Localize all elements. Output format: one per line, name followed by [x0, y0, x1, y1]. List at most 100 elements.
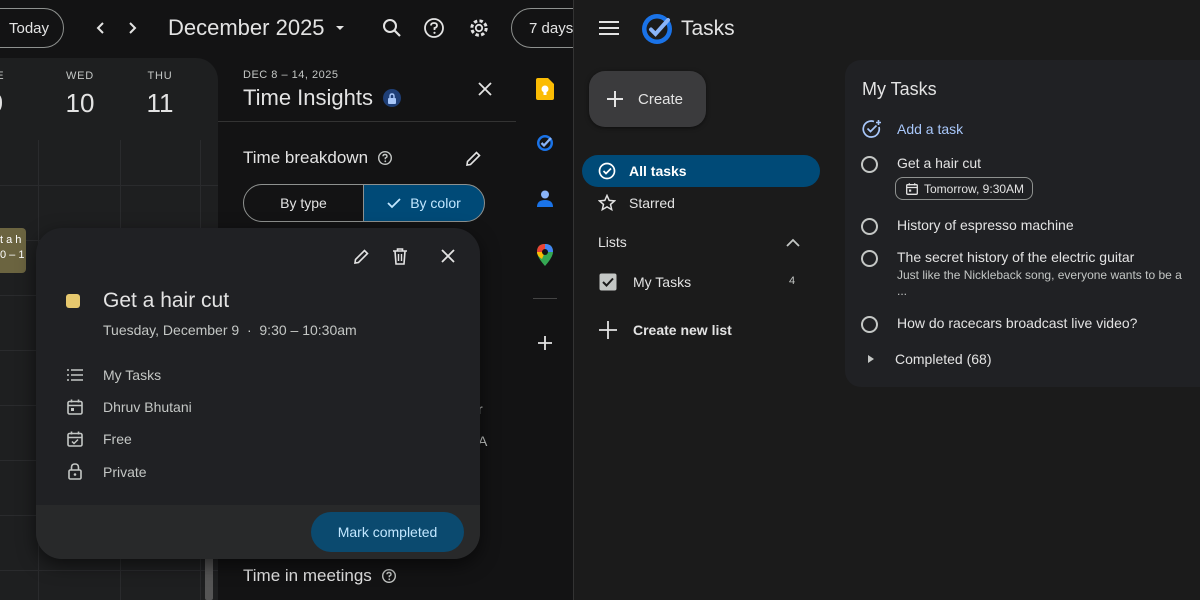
calendar-icon — [67, 399, 83, 415]
mark-completed-button[interactable]: Mark completed — [311, 512, 464, 552]
gear-icon — [470, 19, 488, 37]
check-icon — [387, 198, 401, 209]
lock-icon — [388, 92, 397, 104]
time-in-meetings-header: Time in meetings — [243, 566, 397, 586]
add-addon-button[interactable] — [532, 330, 558, 356]
calendar-icon — [906, 182, 918, 195]
task-item[interactable]: How do racecars broadcast live video? — [861, 315, 1137, 333]
month-title: December 2025 — [168, 15, 325, 40]
close-icon — [478, 82, 492, 96]
insights-date-range: DEC 8 – 14, 2025 — [243, 69, 339, 81]
complete-task-checkbox[interactable] — [861, 156, 878, 173]
due-date-chip[interactable]: Tomorrow, 9:30AM — [895, 177, 1034, 200]
insights-title: Time Insights — [243, 85, 374, 110]
event-detail-popup: Get a hair cut Tuesday, December 9 · 9:3… — [36, 228, 480, 559]
tasks-icon — [537, 135, 553, 151]
tasks-logo-icon — [642, 14, 672, 44]
create-new-list-button[interactable]: Create new list — [599, 319, 732, 341]
plus-icon — [607, 91, 623, 107]
chevron-up-icon — [786, 238, 800, 247]
help-icon[interactable] — [381, 568, 397, 584]
maps-pin-icon — [537, 244, 553, 266]
pencil-icon — [353, 248, 369, 264]
tasks-pane: Tasks Create All tasks Starred Lists My … — [573, 0, 1200, 600]
close-popup-button[interactable] — [436, 244, 460, 268]
calendar-pane: Today December 2025 7 days UE 9 WED 10 T… — [0, 0, 573, 600]
chevron-right-icon — [129, 22, 137, 34]
add-task-button[interactable]: Add a task — [862, 119, 963, 139]
tasks-logo: Tasks — [640, 12, 735, 46]
list-item-my-tasks[interactable]: My Tasks — [599, 271, 799, 293]
event-availability-row: Free — [64, 431, 132, 447]
search-button[interactable] — [378, 14, 406, 42]
star-icon — [598, 194, 616, 212]
completed-section-toggle[interactable]: Completed (68) — [867, 351, 992, 367]
next-week-button[interactable] — [119, 14, 145, 42]
plus-icon — [538, 336, 552, 350]
list-count: 4 — [789, 275, 796, 287]
by-color-toggle[interactable]: By color — [363, 184, 485, 222]
event-list-row: My Tasks — [64, 367, 161, 383]
maps-app-button[interactable] — [532, 242, 558, 268]
nav-all-tasks[interactable]: All tasks — [582, 155, 820, 187]
view-selector[interactable]: 7 days — [511, 8, 573, 48]
task-item[interactable]: The secret history of the electric guita… — [861, 249, 1200, 298]
edit-breakdown-button[interactable] — [462, 147, 484, 169]
complete-task-checkbox[interactable] — [861, 250, 878, 267]
caret-right-icon — [868, 355, 874, 363]
today-button[interactable]: Today — [0, 8, 64, 48]
close-insights-button[interactable] — [474, 78, 496, 100]
edit-event-button[interactable] — [349, 244, 373, 268]
help-button[interactable] — [420, 14, 448, 42]
event-color-swatch — [66, 294, 80, 308]
event-visibility-row: Private — [64, 463, 147, 480]
task-list-card: My Tasks Add a task Get a hair cut Tomor… — [845, 60, 1200, 387]
insights-header: Time Insights — [243, 85, 402, 111]
by-type-toggle[interactable]: By type — [243, 184, 364, 222]
keep-icon — [536, 78, 554, 100]
calendar-check-icon — [67, 431, 83, 447]
search-icon — [383, 19, 401, 37]
help-icon[interactable] — [377, 150, 393, 166]
nav-starred[interactable]: Starred — [598, 193, 675, 213]
complete-task-checkbox[interactable] — [861, 218, 878, 235]
time-breakdown-header: Time breakdown — [243, 148, 393, 168]
tasks-app-button[interactable] — [532, 130, 558, 156]
event-datetime: Tuesday, December 9 · 9:30 – 10:30am — [103, 322, 357, 338]
settings-button[interactable] — [465, 14, 493, 42]
list-icon — [67, 369, 83, 381]
add-task-icon — [862, 120, 881, 138]
day-header-thu[interactable]: THU 11 — [134, 70, 186, 119]
contacts-app-button[interactable] — [532, 186, 558, 212]
task-item[interactable]: History of espresso machine — [861, 217, 1074, 235]
keep-app-button[interactable] — [532, 76, 558, 102]
complete-task-checkbox[interactable] — [861, 316, 878, 333]
contacts-icon — [537, 190, 553, 207]
main-menu-button[interactable] — [596, 15, 622, 41]
lock-badge — [383, 89, 402, 107]
plus-icon — [599, 321, 617, 339]
create-task-button[interactable]: Create — [589, 71, 706, 127]
event-owner-row: Dhruv Bhutani — [64, 399, 192, 415]
hamburger-icon — [599, 21, 619, 35]
delete-event-button[interactable] — [388, 244, 412, 268]
day-header-tue[interactable]: UE 9 — [0, 70, 14, 119]
calendar-event-chip[interactable]: t a h 0 – 1 — [0, 228, 26, 273]
day-header-wed[interactable]: WED 10 — [54, 70, 106, 119]
chevron-left-icon — [96, 22, 104, 34]
task-item[interactable]: Get a hair cut — [861, 155, 981, 173]
check-circle-icon — [598, 162, 616, 180]
card-title: My Tasks — [862, 79, 937, 99]
help-icon — [424, 18, 444, 38]
prev-week-button[interactable] — [88, 14, 114, 42]
lock-icon — [68, 463, 82, 480]
caret-down-icon — [335, 26, 344, 30]
close-icon — [441, 249, 455, 263]
app-name: Tasks — [681, 17, 735, 40]
trash-icon — [393, 247, 407, 265]
month-picker[interactable]: December 2025 — [168, 15, 346, 41]
checkbox-checked-icon[interactable] — [599, 273, 617, 291]
collapse-lists-button[interactable] — [782, 232, 804, 254]
pencil-icon — [465, 150, 481, 166]
side-panel-rail — [516, 58, 573, 600]
